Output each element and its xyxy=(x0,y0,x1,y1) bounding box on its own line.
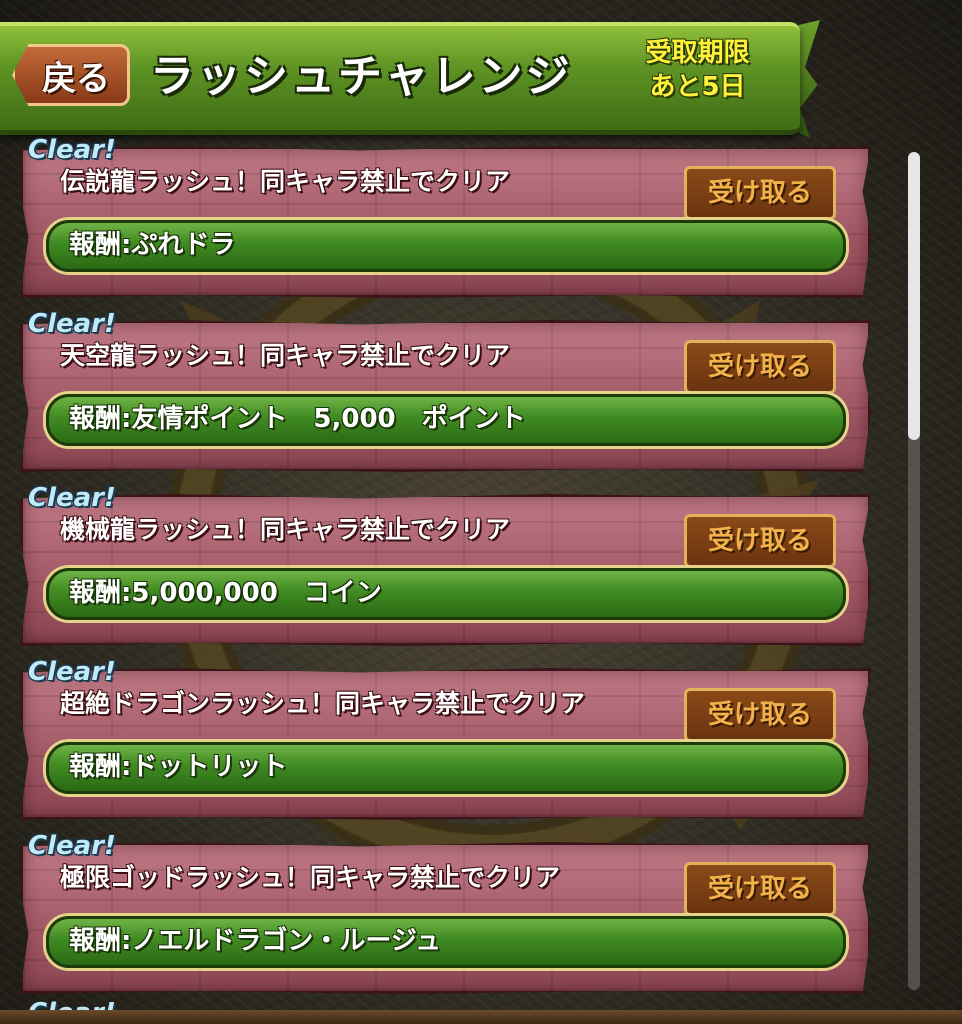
mission-description: 天空龍ラッシュ！同キャラ禁止でクリア xyxy=(60,341,511,370)
clear-badge: Clear! xyxy=(28,309,116,339)
mission-description: 機械龍ラッシュ！同キャラ禁止でクリア xyxy=(60,515,511,544)
reward-bar: 報酬:友情ポイント 5,000 ポイント xyxy=(46,394,846,446)
reward-text: 報酬:ぷれドラ xyxy=(69,230,236,260)
clear-badge: Clear! xyxy=(28,657,116,687)
reward-bar: 報酬:ぷれドラ xyxy=(46,220,846,272)
header-banner: 戻る ラッシュチャレンジ 受取期限 あと5日 xyxy=(0,22,800,135)
reward-text: 報酬:5,000,000 コイン xyxy=(69,578,382,608)
reward-bar: 報酬:ドットリット xyxy=(46,742,846,794)
mission-item: Clear! 伝説龍ラッシュ！同キャラ禁止でクリア 受け取る 報酬:ぷれドラ xyxy=(20,132,871,298)
game-screen: 戻る ラッシュチャレンジ 受取期限 あと5日 Clear! 伝説龍ラッシュ！同キ… xyxy=(0,0,962,1024)
reward-bar: 報酬:ノエルドラゴン・ルージュ xyxy=(46,916,846,968)
reward-text: 報酬:友情ポイント 5,000 ポイント xyxy=(69,404,526,434)
receive-button[interactable]: 受け取る xyxy=(684,340,836,394)
mission-description: 伝説龍ラッシュ！同キャラ禁止でクリア xyxy=(60,167,511,196)
clear-badge: Clear! xyxy=(28,135,116,165)
claim-deadline: 受取期限 あと5日 xyxy=(630,36,765,104)
receive-button[interactable]: 受け取る xyxy=(684,688,836,742)
mission-item: Clear! 超絶ドラゴンラッシュ！同キャラ禁止でクリア 受け取る 報酬:ドット… xyxy=(20,654,871,820)
mission-item: Clear! 天空龍ラッシュ！同キャラ禁止でクリア 受け取る 報酬:友情ポイント… xyxy=(20,306,871,472)
mission-description: 超絶ドラゴンラッシュ！同キャラ禁止でクリア xyxy=(60,689,586,718)
receive-button[interactable]: 受け取る xyxy=(684,166,836,220)
receive-button[interactable]: 受け取る xyxy=(684,862,836,916)
deadline-label: 受取期限 xyxy=(645,38,750,68)
reward-bar: 報酬:5,000,000 コイン xyxy=(46,568,846,620)
bottom-frame xyxy=(0,1010,962,1024)
deadline-remaining: あと5日 xyxy=(649,72,746,102)
receive-button[interactable]: 受け取る xyxy=(684,514,836,568)
reward-text: 報酬:ノエルドラゴン・ルージュ xyxy=(69,926,442,956)
scrollbar-thumb[interactable] xyxy=(908,152,920,440)
mission-item: Clear! 機械龍ラッシュ！同キャラ禁止でクリア 受け取る 報酬:5,000,… xyxy=(20,480,871,646)
page-title: ラッシュチャレンジ xyxy=(150,51,573,102)
reward-text: 報酬:ドットリット xyxy=(69,752,288,782)
back-button[interactable]: 戻る xyxy=(12,44,130,106)
mission-description: 極限ゴッドラッシュ！同キャラ禁止でクリア xyxy=(60,863,561,892)
clear-badge: Clear! xyxy=(28,831,116,861)
mission-item: Clear! 極限ゴッドラッシュ！同キャラ禁止でクリア 受け取る 報酬:ノエルド… xyxy=(20,828,871,994)
clear-badge: Clear! xyxy=(28,483,116,513)
